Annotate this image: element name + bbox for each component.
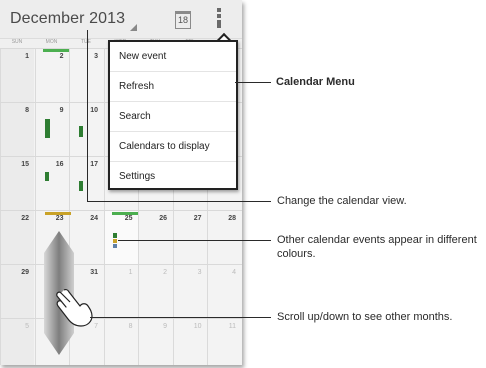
- menu-item-settings[interactable]: Settings: [110, 162, 236, 192]
- event-marker[interactable]: [113, 233, 117, 238]
- event-marker[interactable]: [79, 126, 83, 137]
- day-cell[interactable]: 9: [34, 103, 69, 156]
- overflow-menu-icon[interactable]: [214, 8, 224, 30]
- event-marker[interactable]: [45, 212, 71, 215]
- day-cell[interactable]: 16: [34, 157, 69, 210]
- day-number: 2: [59, 53, 64, 60]
- day-number: 16: [55, 161, 64, 168]
- day-number: 28: [228, 215, 236, 222]
- day-number: 1: [25, 53, 29, 60]
- day-number: 17: [90, 161, 98, 168]
- day-cell[interactable]: 28: [207, 211, 241, 264]
- day-cell[interactable]: 10: [172, 319, 207, 365]
- day-cell[interactable]: 1: [0, 49, 34, 102]
- day-number: 8: [128, 323, 133, 330]
- callout-scroll: Scroll up/down to see other months.: [277, 311, 453, 323]
- calendar-today-icon[interactable]: 18: [175, 11, 191, 29]
- day-number: 24: [90, 215, 98, 222]
- weekday-label: TUE: [81, 39, 91, 45]
- day-cell[interactable]: 4: [207, 265, 241, 318]
- day-cell[interactable]: 2: [138, 265, 172, 318]
- day-number: 10: [193, 323, 202, 330]
- hand-swipe-icon: [56, 289, 93, 327]
- event-marker[interactable]: [43, 49, 69, 52]
- event-marker[interactable]: [113, 244, 117, 248]
- event-marker[interactable]: [79, 181, 83, 191]
- day-number: 27: [193, 215, 202, 222]
- day-cell[interactable]: 5: [0, 319, 34, 365]
- month-title[interactable]: December 2013: [10, 10, 125, 28]
- calendar-menu: New event Refresh Search Calendars to di…: [108, 40, 238, 190]
- day-number: 1: [128, 269, 133, 276]
- day-number: 26: [159, 215, 167, 222]
- day-cell[interactable]: 3: [172, 265, 207, 318]
- event-marker[interactable]: [113, 239, 117, 243]
- day-number: 9: [59, 107, 64, 114]
- calendar-header: December 2013 18: [0, 0, 242, 39]
- callout-line-view: [87, 30, 88, 202]
- day-number: 4: [232, 269, 236, 276]
- day-cell[interactable]: 2: [34, 49, 69, 102]
- day-number: 29: [21, 269, 29, 276]
- day-cell[interactable]: 11: [207, 319, 241, 365]
- day-number: 10: [90, 107, 98, 114]
- day-number: 15: [21, 161, 29, 168]
- callout-change-view: Change the calendar view.: [277, 195, 407, 207]
- day-number: 11: [228, 323, 236, 330]
- event-marker[interactable]: [45, 172, 49, 181]
- day-number: 23: [55, 215, 64, 222]
- day-cell[interactable]: 27: [172, 211, 207, 264]
- day-cell[interactable]: 22: [0, 211, 34, 264]
- day-number: 3: [197, 269, 202, 276]
- day-cell[interactable]: 26: [138, 211, 172, 264]
- day-cell[interactable]: 3: [69, 49, 103, 102]
- callout-line-scroll: [90, 317, 271, 318]
- callout-line-events: [118, 240, 271, 241]
- day-number: 31: [90, 269, 98, 276]
- day-cell[interactable]: 8: [0, 103, 34, 156]
- weekday-label: MON: [45, 39, 58, 45]
- callout-line-menu: [235, 82, 271, 83]
- view-dropdown-icon[interactable]: [130, 24, 137, 31]
- day-cell[interactable]: 10: [69, 103, 103, 156]
- day-number: 22: [21, 215, 29, 222]
- menu-item-refresh[interactable]: Refresh: [110, 72, 236, 102]
- day-number: 3: [94, 53, 98, 60]
- menu-item-calendars-to-display[interactable]: Calendars to display: [110, 132, 236, 162]
- day-number: 9: [163, 323, 167, 330]
- day-cell[interactable]: 29: [0, 265, 34, 318]
- event-marker[interactable]: [45, 119, 50, 138]
- day-number: 25: [124, 215, 133, 222]
- day-cell[interactable]: 17: [69, 157, 103, 210]
- day-cell[interactable]: 15: [0, 157, 34, 210]
- day-cell[interactable]: 9: [138, 319, 172, 365]
- menu-item-new-event[interactable]: New event: [110, 42, 236, 72]
- callout-other-events: Other calendar events appear in differen…: [277, 234, 477, 260]
- event-marker[interactable]: [112, 212, 138, 215]
- day-number: 8: [25, 107, 29, 114]
- week-row: 2930311234: [0, 264, 242, 318]
- day-cell[interactable]: 24: [69, 211, 103, 264]
- day-cell[interactable]: 1: [103, 265, 138, 318]
- weekday-label: SUN: [11, 39, 23, 45]
- callout-line-view: [87, 201, 271, 202]
- week-row: 22 23 24 25 26 27 28: [0, 210, 242, 264]
- day-number: 5: [25, 323, 29, 330]
- week-row: 567891011: [0, 318, 242, 365]
- menu-item-search[interactable]: Search: [110, 102, 236, 132]
- callout-calendar-menu: Calendar Menu: [276, 76, 355, 88]
- day-cell[interactable]: 25: [103, 211, 138, 264]
- day-cell[interactable]: 8: [103, 319, 138, 365]
- day-number: 2: [163, 269, 167, 276]
